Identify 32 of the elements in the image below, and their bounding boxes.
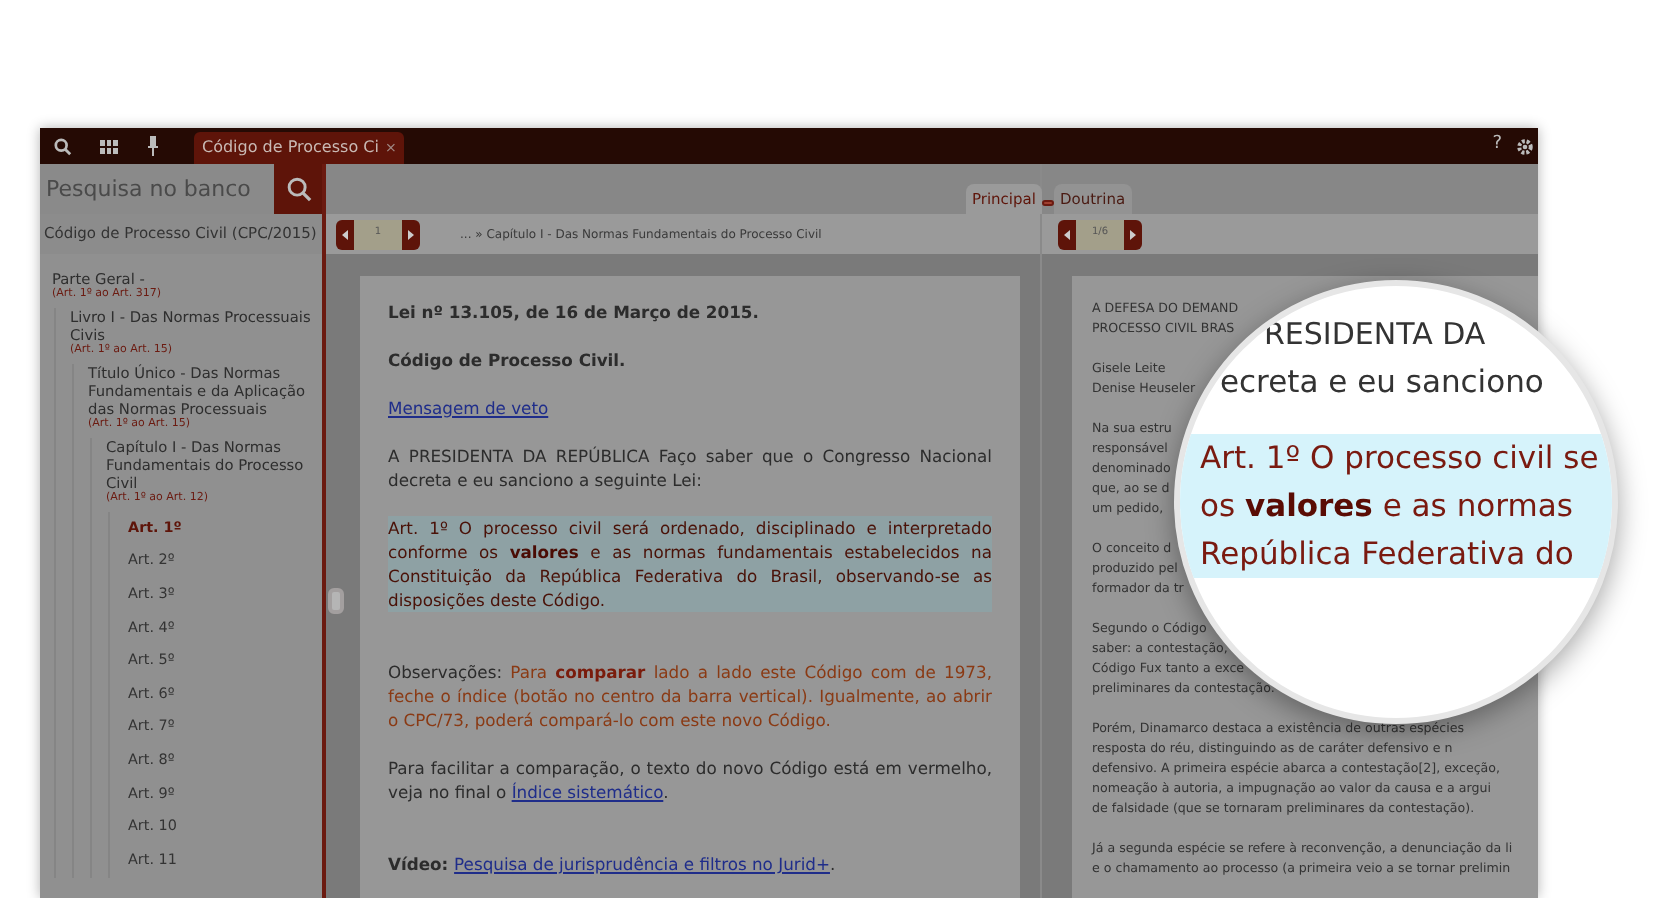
next-button[interactable] (1124, 219, 1142, 249)
highlighted-article: Art. 1º O processo civil será ordenado, disciplinado e interpretado conforme os valores e as normas fundamentais estabelecidos na Constituição da República Federativa do Brasil, observando-se as disposições deste Código. (388, 516, 992, 612)
left-arrow-icon (342, 229, 348, 239)
settings-icon[interactable] (1516, 137, 1534, 155)
search-field[interactable]: Pesquisa no banco (40, 164, 274, 214)
left-arrow-icon (1064, 229, 1070, 239)
search-icon (285, 176, 311, 202)
magnified-article: República Federativa do (1180, 530, 1612, 578)
magnified-text: RESIDENTA DA (1264, 314, 1486, 356)
next-button[interactable] (402, 219, 420, 249)
video-line: Vídeo: Pesquisa de jurisprudência e filtros no Jurid+. (388, 852, 838, 876)
search-icon[interactable] (54, 137, 72, 155)
note-paragraph: Observações: Para comparar lado a lado este Código com de 1973, feche o índice (botão no centro da barra vertical). Igualmente, ao abrir o CPC/73, poderá compará-lo com este novo Código. (388, 660, 992, 732)
heading: Lei nº 13.105, de 16 de Março de 2015. (388, 300, 761, 324)
pin-icon[interactable] (148, 136, 158, 156)
previous-button[interactable] (1058, 219, 1076, 249)
paragraph: A PRESIDENTA DA REPÚBLICA Faço saber que o Congresso Nacional decreta e eu sanciono a seguinte Lei: (388, 444, 992, 492)
panel-toggle-handle[interactable] (328, 588, 344, 614)
paragraph: Para facilitar a comparação, o texto do novo Código está em vermelho, veja no final o Índice sistemático. (388, 756, 992, 804)
right-arrow-icon (408, 229, 414, 239)
search-button[interactable] (274, 164, 322, 214)
magnified-article: Art. 1º O processo civil se (1180, 434, 1612, 482)
right-arrow-icon (1130, 229, 1136, 239)
grid-icon[interactable] (100, 139, 118, 153)
help-button[interactable]: ? (1492, 132, 1502, 160)
link[interactable]: Índice sistemático (511, 782, 664, 802)
previous-button[interactable] (336, 219, 354, 249)
magnified-article: os valores e as normas (1180, 482, 1612, 530)
link[interactable]: Mensagem de veto (388, 396, 549, 420)
link[interactable]: Pesquisa de jurisprudência e filtros no Jurid+ (454, 854, 830, 874)
heading: Código de Processo Civil. (388, 348, 628, 372)
magnified-text: ecreta e eu sanciono (1220, 362, 1544, 404)
